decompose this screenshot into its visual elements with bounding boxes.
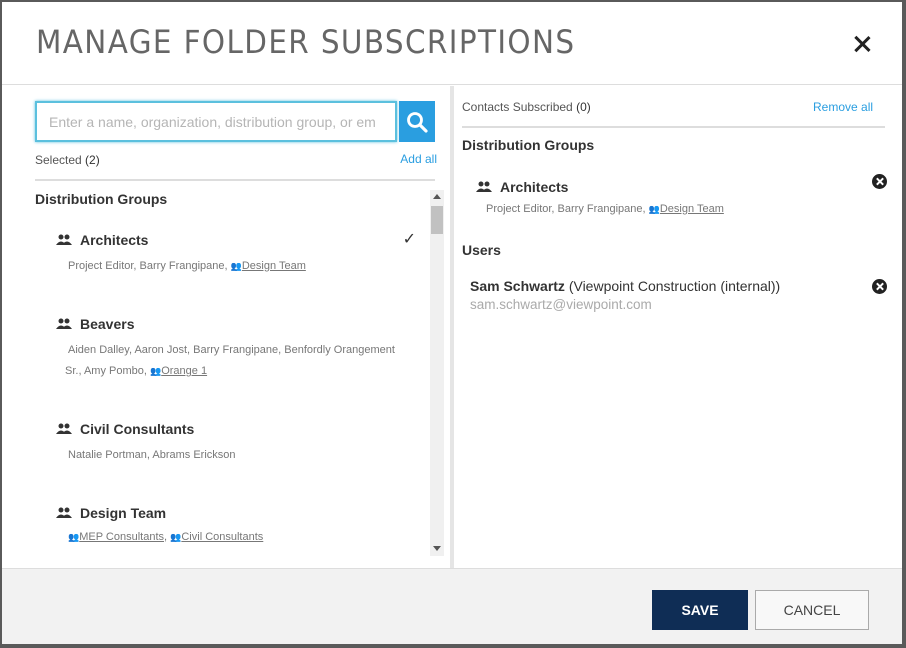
close-icon[interactable] [850, 32, 874, 56]
subscribed-user-item: Sam Schwartz (Viewpoint Construction (in… [470, 278, 880, 312]
manage-subscriptions-modal: MANAGE FOLDER SUBSCRIPTIONS Selected (2)… [2, 2, 902, 644]
scroll-thumb[interactable] [431, 206, 443, 234]
group-members: Natalie Portman, Abrams Erickson [68, 449, 236, 461]
group-name: Beavers [80, 316, 135, 332]
save-button[interactable]: SAVE [652, 590, 748, 630]
list-item[interactable]: Design Team 👥MEP Consultants, 👥Civil Con… [56, 505, 416, 548]
user-name: Sam Schwartz (Viewpoint Construction (in… [470, 278, 781, 294]
list-item[interactable]: Architects ✓ Project Editor, Barry Frang… [56, 231, 416, 277]
selected-count-label: Selected (2) [35, 153, 100, 167]
sub-group-link[interactable]: Design Team [242, 260, 306, 272]
search-icon [407, 112, 428, 133]
remove-all-link[interactable]: Remove all [813, 100, 873, 114]
scroll-down-icon[interactable] [433, 546, 441, 551]
group-icon [56, 507, 72, 518]
group-name: Design Team [80, 505, 167, 521]
scroll-up-icon[interactable] [433, 194, 441, 199]
checkmark-icon: ✓ [402, 231, 416, 248]
available-panel: Selected (2) Add all Distribution Groups… [2, 86, 450, 568]
list-item[interactable]: Beavers Aiden Dalley, Aaron Jost, Barry … [56, 316, 416, 382]
remove-group-icon[interactable] [872, 174, 887, 189]
search-input[interactable] [35, 101, 397, 142]
sub-group-link[interactable]: Civil Consultants [181, 531, 263, 543]
sub-group-link[interactable]: Design Team [660, 203, 724, 215]
group-name: Architects [500, 179, 569, 195]
group-members: Project Editor, Barry Frangipane, 👥Desig… [68, 260, 306, 272]
modal-header: MANAGE FOLDER SUBSCRIPTIONS [2, 2, 902, 85]
group-icon [476, 181, 492, 192]
group-name: Architects [80, 232, 149, 248]
group-members: Aiden Dalley, Aaron Jost, Barry Frangipa… [65, 344, 395, 377]
divider [35, 179, 435, 181]
remove-user-icon[interactable] [872, 279, 887, 294]
group-members: 👥MEP Consultants, 👥Civil Consultants [68, 531, 264, 543]
divider [462, 126, 885, 128]
group-icon [56, 234, 72, 245]
users-heading: Users [462, 242, 501, 258]
search-button[interactable] [399, 101, 435, 142]
subscribed-groups-heading: Distribution Groups [462, 137, 595, 153]
subscribed-panel: Contacts Subscribed (0) Remove all Distr… [454, 86, 902, 568]
sub-group-link[interactable]: MEP Consultants [79, 531, 164, 543]
list-item[interactable]: Civil Consultants Natalie Portman, Abram… [56, 421, 416, 466]
modal-footer: SAVE CANCEL [2, 568, 902, 644]
group-icon [56, 318, 72, 329]
modal-title: MANAGE FOLDER SUBSCRIPTIONS [36, 23, 576, 61]
add-all-link[interactable]: Add all [400, 152, 437, 166]
sub-group-link[interactable]: Orange 1 [161, 365, 207, 377]
distribution-groups-heading: Distribution Groups [35, 191, 168, 207]
contacts-subscribed-label: Contacts Subscribed (0) [462, 100, 591, 114]
cancel-button[interactable]: CANCEL [755, 590, 869, 630]
subscribed-group-item: Architects Project Editor, Barry Frangip… [476, 179, 886, 220]
distribution-group-list: Architects ✓ Project Editor, Barry Frang… [2, 216, 430, 568]
group-icon [56, 423, 72, 434]
scrollbar[interactable] [430, 190, 444, 556]
group-name: Civil Consultants [80, 421, 195, 437]
group-members: Project Editor, Barry Frangipane, 👥Desig… [486, 203, 724, 215]
user-email: sam.schwartz@viewpoint.com [470, 297, 652, 312]
